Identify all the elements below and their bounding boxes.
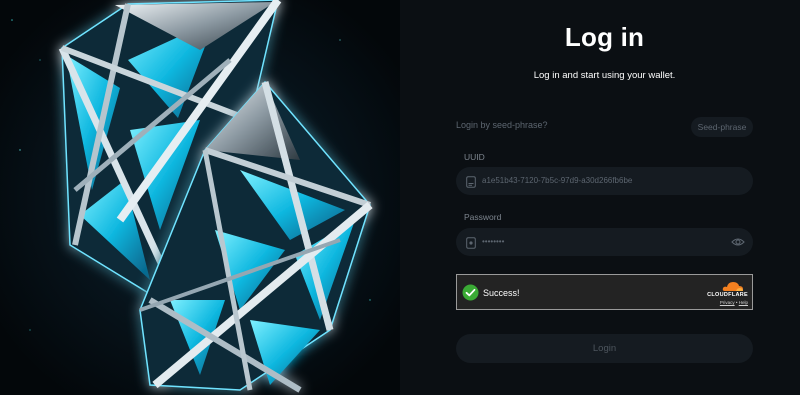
uuid-field[interactable]: a1e51b43-7120-7b5c-97d9-a30d266fb6be: [456, 167, 753, 195]
login-button[interactable]: Login: [456, 334, 753, 363]
help-link[interactable]: Help: [739, 300, 748, 305]
captcha-links: Privacy • Help: [720, 300, 748, 305]
eye-icon[interactable]: [731, 235, 745, 254]
seed-phrase-prompt: Login by seed-phrase?: [456, 120, 548, 130]
seed-phrase-row: Login by seed-phrase? Seed-phrase: [456, 117, 753, 137]
cloudflare-captcha[interactable]: Success! CLOUDFLARE Privacy • Help: [456, 274, 753, 310]
cloudflare-wordmark: CLOUDFLARE: [707, 292, 748, 298]
password-label: Password: [464, 212, 502, 222]
privacy-link[interactable]: Privacy: [720, 300, 735, 305]
checkmark-icon: [462, 284, 479, 306]
seed-phrase-button[interactable]: Seed-phrase: [691, 117, 753, 137]
lock-icon: [466, 236, 476, 249]
password-value: ••••••••: [482, 237, 505, 246]
crystal-hero-image: [0, 0, 400, 395]
link-separator: •: [735, 300, 738, 305]
login-panel: Log in Log in and start using your walle…: [400, 0, 800, 395]
uuid-value: a1e51b43-7120-7b5c-97d9-a30d266fb6be: [482, 176, 633, 185]
uuid-label: UUID: [464, 152, 485, 162]
page-title: Log in: [564, 22, 645, 52]
page-subtitle: Log in and start using your wallet.: [533, 70, 676, 81]
id-card-icon: [466, 175, 476, 188]
password-field[interactable]: ••••••••: [456, 228, 753, 256]
cloudflare-logo: CLOUDFLARE Privacy • Help: [700, 279, 748, 307]
captcha-status: Success!: [483, 288, 520, 298]
